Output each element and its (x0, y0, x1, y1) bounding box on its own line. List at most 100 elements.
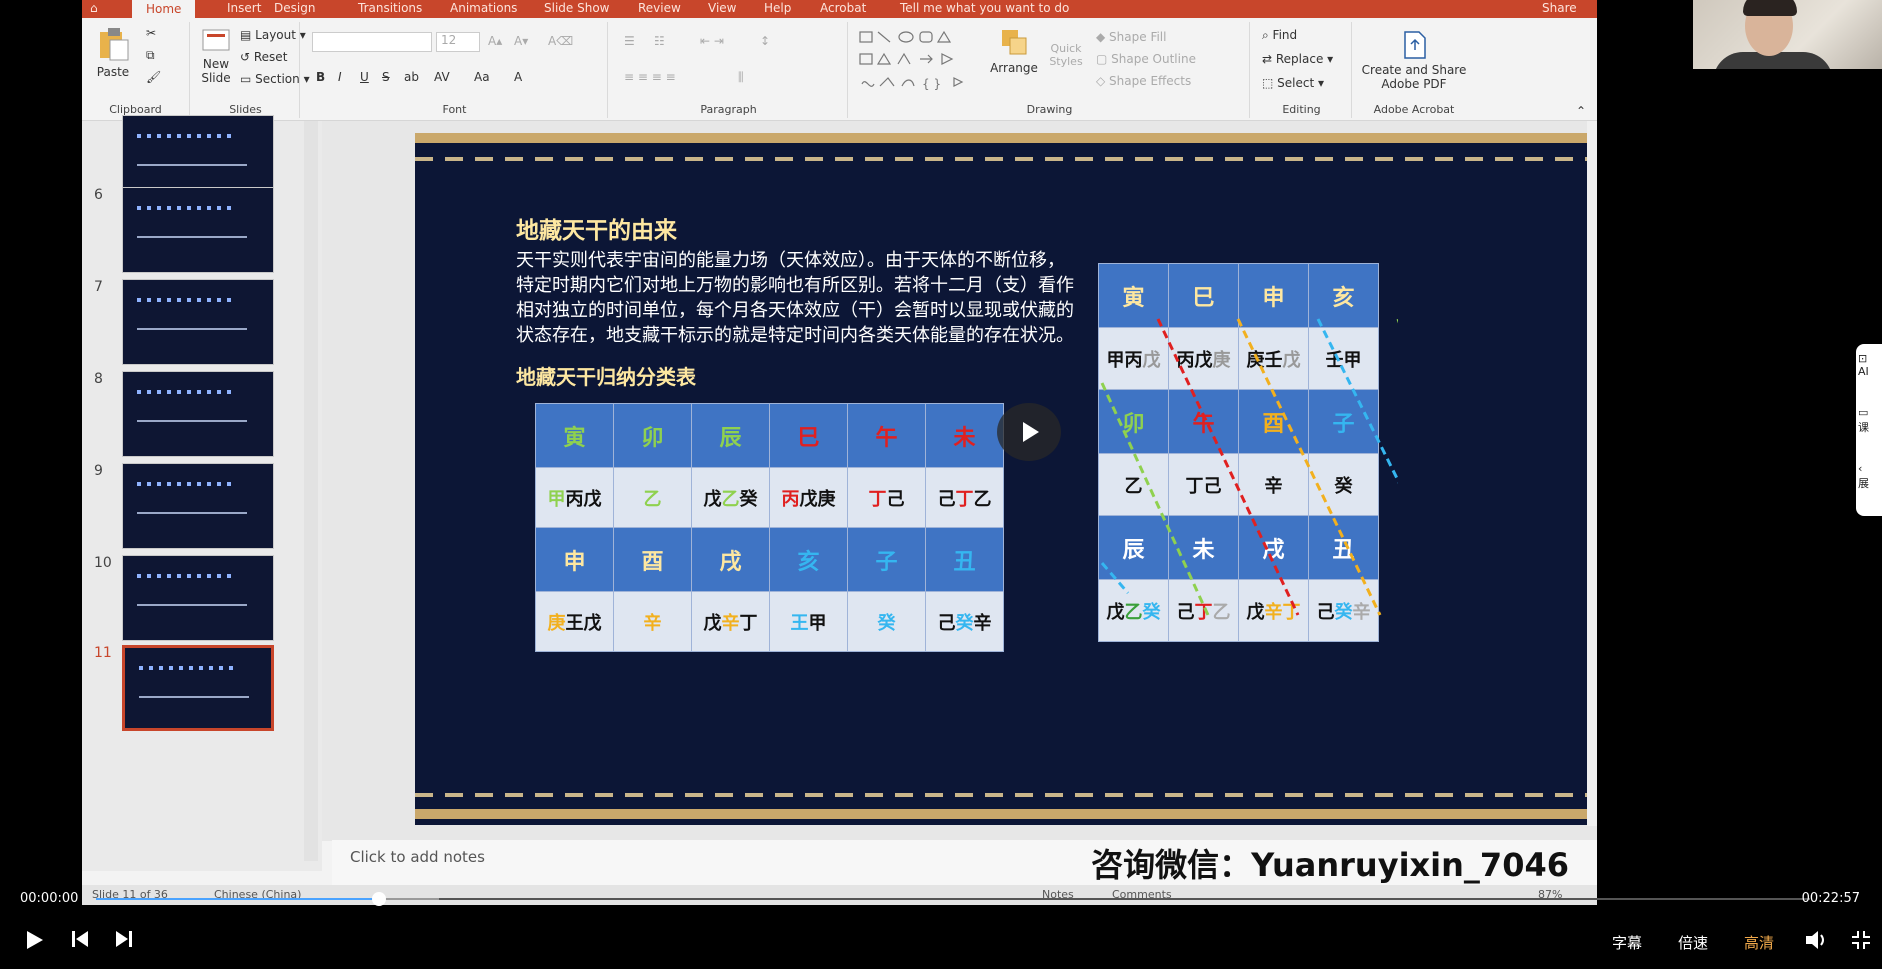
copy-icon[interactable]: ⧉ (146, 48, 155, 63)
fullscreen-exit-icon[interactable] (1850, 929, 1872, 951)
stem-character: 卯 (1122, 411, 1145, 437)
tab-review[interactable]: Review (638, 1, 681, 15)
slide-thumbnail[interactable] (122, 645, 274, 731)
notes-placeholder[interactable]: Click to add notes (350, 848, 485, 866)
thumbnail-content (139, 666, 235, 670)
replace-button[interactable]: ⇄ Replace ▾ (1262, 52, 1333, 66)
slide-thumbnail[interactable] (122, 371, 274, 457)
bullets-icon[interactable]: ☰ (624, 34, 635, 48)
indent-icon[interactable]: ⇤ ⇥ (700, 34, 724, 48)
slide-scrollbar[interactable] (1587, 121, 1597, 826)
clear-format-icon[interactable]: A⌫ (548, 34, 573, 48)
arrange-button[interactable]: Arrange (988, 26, 1040, 75)
shadow-button[interactable]: ab (404, 70, 419, 84)
shrink-font-icon[interactable]: A▾ (514, 34, 528, 48)
grow-font-icon[interactable]: A▴ (488, 34, 502, 48)
select-button[interactable]: ⬚ Select ▾ (1262, 76, 1324, 90)
tab-home[interactable]: Home (132, 0, 196, 18)
cut-icon[interactable]: ✂ (146, 26, 156, 40)
stem-character: 辰 (1122, 537, 1145, 563)
expand-button[interactable]: ‹ 展 (1858, 462, 1882, 491)
tab-design[interactable]: Design (274, 1, 315, 15)
table-cell: 申 (1238, 263, 1309, 328)
subtitle-button[interactable]: 字幕 (1612, 932, 1642, 953)
font-name-dropdown[interactable] (312, 32, 432, 52)
slide-thumbnail[interactable] (122, 463, 274, 549)
underline-button[interactable]: U (360, 70, 369, 84)
stem-character: 亥 (797, 549, 820, 575)
shape-outline-button[interactable]: ▢ Shape Outline (1096, 52, 1196, 66)
align-icons[interactable]: ≡ ≡ ≡ ≡ (624, 70, 676, 84)
shape-fill-button[interactable]: ◆ Shape Fill (1096, 30, 1166, 44)
speed-button[interactable]: 倍速 (1678, 932, 1708, 953)
spacing-button[interactable]: AV (434, 70, 450, 84)
section-button[interactable]: ▭ Section ▾ (240, 72, 310, 86)
drawing-label: Drawing (1026, 103, 1073, 116)
table-cell: 巳 (1168, 263, 1239, 328)
italic-button[interactable]: I (338, 70, 342, 84)
new-slide-button[interactable]: New Slide (196, 26, 236, 85)
volume-icon[interactable] (1804, 929, 1828, 951)
pdf-share-icon (1404, 31, 1426, 59)
format-painter-icon[interactable]: 🖌 (146, 70, 161, 84)
table-row: 卯午酉子 (1098, 389, 1379, 454)
quality-button[interactable]: 高清 (1744, 932, 1774, 953)
tab-animations[interactable]: Animations (450, 1, 517, 15)
stem-character: 己 (1203, 475, 1222, 497)
paste-button[interactable]: Paste (90, 26, 136, 79)
collapse-ribbon-icon[interactable]: ⌃ (1576, 104, 1586, 118)
stem-character: 戊 (583, 488, 602, 510)
share-button[interactable]: Share (1542, 1, 1577, 15)
slide-thumbnail[interactable] (122, 187, 274, 273)
play-icon[interactable] (24, 929, 44, 951)
font-size-dropdown[interactable]: 12 (436, 32, 480, 52)
slide-canvas[interactable]: 地藏天干的由来 天干实则代表宇宙间的能量力场（天体效应）。由于天体的不断位移， 特定… (415, 133, 1597, 825)
svg-text:{ }: { } (922, 77, 941, 91)
numbering-icon[interactable]: ☷ (654, 34, 665, 48)
quick-styles-button[interactable]: Quick Styles (1044, 42, 1088, 68)
progress-bar[interactable] (96, 892, 1810, 906)
stem-character: 甲 (808, 612, 827, 634)
bold-button[interactable]: B (316, 70, 325, 84)
slide-thumbnail[interactable] (122, 115, 274, 193)
ai-button[interactable]: ⊡ AI (1858, 352, 1882, 378)
tab-insert[interactable]: Insert (227, 1, 261, 15)
next-icon[interactable] (114, 929, 134, 949)
slide-paragraph-line: 特定时期内它们对地上万物的影响也有所区别。若将十二月（支）看作 (516, 275, 1074, 296)
strike-button[interactable]: S (382, 70, 390, 84)
table-cell: 酉 (1238, 389, 1309, 454)
notes-pane[interactable]: Click to add notes 咨询微信：Yuanruyixin_7046 (332, 840, 1597, 890)
course-button[interactable]: ▭ 课 (1858, 406, 1882, 435)
shape-effects-button[interactable]: ◇ Shape Effects (1096, 74, 1191, 88)
thumbnail-text-line (137, 236, 247, 238)
thumbnail-scrollbar[interactable] (304, 121, 318, 861)
font-color-button[interactable]: A (514, 70, 522, 84)
table-cell: 酉 (613, 527, 692, 592)
table-cell: 午 (847, 403, 926, 468)
video-player: ⌂ Home Insert Design Transitions Animati… (0, 0, 1882, 969)
table-row: 乙 丁己 辛 癸 (1098, 453, 1379, 516)
play-overlay-button[interactable] (997, 403, 1061, 461)
stem-character: 丙 (781, 488, 800, 510)
create-pdf-button[interactable]: Create and Share Adobe PDF (1358, 28, 1470, 91)
progress-knob[interactable] (371, 892, 386, 906)
slide-thumbnail[interactable] (122, 279, 274, 365)
change-case-button[interactable]: Aa (474, 70, 490, 84)
find-button[interactable]: ⌕ Find (1262, 28, 1297, 43)
shapes-gallery-icon[interactable]: { } (858, 30, 984, 94)
tell-me-search[interactable]: Tell me what you want to do (900, 1, 1069, 15)
thumbnail-content (137, 134, 233, 138)
stem-character: 戊 (1194, 349, 1213, 371)
tab-acrobat[interactable]: Acrobat (820, 1, 866, 15)
columns-icon[interactable]: ⫼ (738, 70, 744, 85)
tab-view[interactable]: View (708, 1, 736, 15)
previous-icon[interactable] (70, 929, 90, 949)
tab-slide-show[interactable]: Slide Show (544, 1, 609, 15)
line-spacing-icon[interactable]: ↕ (760, 34, 770, 48)
tab-help[interactable]: Help (764, 1, 791, 15)
reset-button[interactable]: ↺ Reset (240, 50, 287, 64)
slide-thumbnail[interactable] (122, 555, 274, 641)
tab-transitions[interactable]: Transitions (358, 1, 422, 15)
layout-button[interactable]: ▤ Layout ▾ (240, 28, 306, 42)
file-tab[interactable]: ⌂ (90, 1, 98, 15)
